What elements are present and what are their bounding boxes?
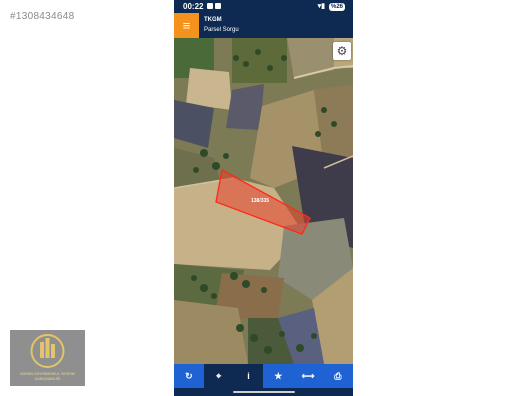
menu-icon[interactable]: ≡ [174,13,199,38]
measure-icon[interactable]: ⟷ [293,364,323,388]
star-icon[interactable]: ★ [263,364,293,388]
notification-icon [207,3,213,9]
locate-icon[interactable]: ⌖ [203,364,234,388]
bottom-toolbar: ↻ ⌖ i ★ ⟷ ⎙ [174,364,353,388]
print-icon[interactable]: ⎙ [323,364,353,388]
app-bar: ≡ TKGM Parsel Sorgu [174,13,353,38]
app-title: TKGM [204,17,222,23]
battery-badge: %26 [328,3,345,11]
satellite-map[interactable]: 138/335 ⚙ [174,38,353,364]
status-time: 00:22 [183,2,204,11]
image-watermark: #1308434648 [10,11,75,22]
parcel-number-label: 138/335 [251,198,270,204]
info-icon[interactable]: i [233,364,264,388]
gear-icon[interactable]: ⚙ [333,42,351,60]
refresh-icon[interactable]: ↻ [174,364,204,388]
status-bar: 00:22 ▾▮ %26 [174,0,353,13]
notification-icon [215,3,221,9]
signal-icon: ▾▮ [317,3,326,10]
status-indicators: ▾▮ %26 [318,2,345,11]
logo-text: BORAN GAYRİMENKUL YATIRIM DANIŞMANLIĞI [20,372,75,381]
app-subtitle: Parsel Sorgu [204,27,239,33]
home-gesture-bar[interactable] [233,391,295,393]
agency-logo: BORAN GAYRİMENKUL YATIRIM DANIŞMANLIĞI [10,330,85,386]
system-nav-bar [174,388,353,396]
phone-screen: 00:22 ▾▮ %26 ≡ TKGM Parsel Sorgu 138/335… [174,0,353,396]
